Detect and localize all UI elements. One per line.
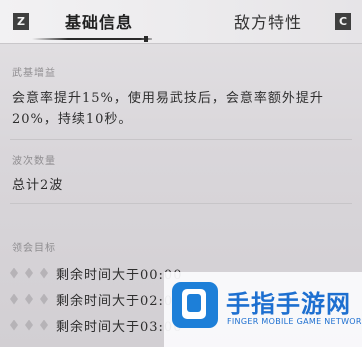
watermark-subtitle: FINGER MOBILE GAME NETWORK bbox=[227, 317, 362, 326]
diamond-star-icon bbox=[25, 267, 33, 279]
prev-tab-key-badge[interactable]: Z bbox=[13, 13, 29, 30]
diamond-star-icon bbox=[10, 267, 18, 279]
goal-row: 剩余时间大于02:00 bbox=[10, 290, 182, 309]
next-tab-key-badge[interactable]: C bbox=[335, 13, 351, 30]
goal-stars bbox=[10, 267, 48, 279]
goal-stars bbox=[10, 319, 48, 331]
goal-stars bbox=[10, 293, 48, 305]
active-tab-indicator bbox=[32, 38, 152, 40]
diamond-star-icon bbox=[40, 319, 48, 331]
goal-row: 剩余时间大于00:00 bbox=[10, 264, 182, 283]
section-divider bbox=[10, 203, 352, 204]
site-watermark: 手指手游网 FINGER MOBILE GAME NETWORK bbox=[164, 272, 362, 347]
diamond-star-icon bbox=[25, 319, 33, 331]
tab-enemy-traits[interactable]: 敌方特性 bbox=[234, 12, 302, 34]
goal-row: 剩余时间大于03:00 bbox=[10, 316, 182, 335]
watermark-logo-icon bbox=[172, 282, 218, 328]
wave-count-title: 波次数量 bbox=[12, 156, 56, 167]
tab-bar-divider bbox=[0, 43, 362, 44]
goals-title: 领会目标 bbox=[12, 243, 56, 254]
watermark-title: 手指手游网 bbox=[226, 290, 351, 318]
tab-basic-info[interactable]: 基础信息 bbox=[65, 12, 133, 34]
martial-buff-text: 会意率提升15%，使用易武技后，会意率额外提升20%，持续10秒。 bbox=[12, 91, 324, 127]
diamond-star-icon bbox=[25, 293, 33, 305]
active-tab-indicator-tick bbox=[144, 36, 148, 42]
martial-buff-title: 武基增益 bbox=[12, 68, 56, 79]
section-divider bbox=[10, 139, 352, 140]
diamond-star-icon bbox=[40, 293, 48, 305]
diamond-star-icon bbox=[10, 293, 18, 305]
tab-bar: Z 基础信息 敌方特性 C bbox=[0, 0, 362, 44]
diamond-star-icon bbox=[40, 267, 48, 279]
wave-count-text: 总计2波 bbox=[12, 178, 64, 193]
diamond-star-icon bbox=[10, 319, 18, 331]
